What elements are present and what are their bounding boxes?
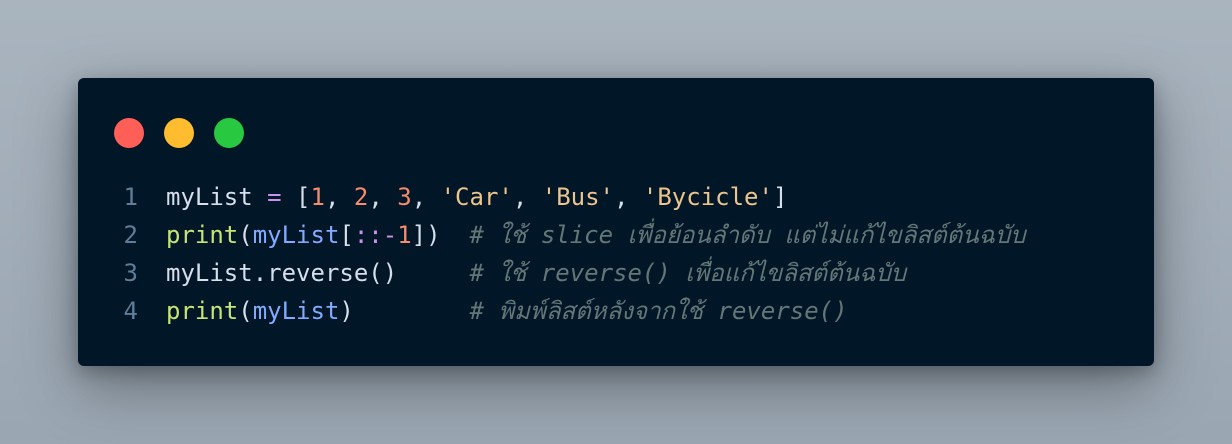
code-token: , [411, 183, 441, 211]
code-text: print(myList) # พิมพ์ลิสต์หลังจากใช้ rev… [166, 292, 848, 330]
code-token: 'Car' [440, 183, 513, 211]
code-token: , [614, 183, 643, 211]
code-token: - [382, 221, 398, 249]
code-line: 3 myList.reverse() # ใช้ reverse() เพื่อแ… [78, 254, 1154, 292]
code-token: 'Bycicle' [642, 183, 773, 211]
code-token: ) [339, 297, 354, 325]
line-number: 4 [123, 297, 138, 325]
code-token: myList.reverse() [166, 259, 398, 287]
code-token: myList [166, 183, 253, 211]
code-block: 1 myList = [1, 2, 3, 'Car', 'Bus', 'Bycic… [78, 178, 1154, 330]
code-token: myList [252, 221, 340, 249]
code-text: myList.reverse() # ใช้ reverse() เพื่อแก… [166, 254, 906, 292]
code-token: = [267, 183, 282, 211]
code-token: 3 [397, 183, 412, 211]
code-token: [ [281, 183, 311, 211]
code-token: :: [353, 221, 383, 249]
maximize-dot-icon[interactable] [214, 118, 244, 148]
code-token: [ [339, 221, 354, 249]
code-token: print [166, 221, 239, 249]
code-token: 1 [310, 183, 325, 211]
line-number: 3 [123, 259, 138, 287]
code-token: ( [238, 221, 253, 249]
code-token: myList [252, 297, 340, 325]
code-token: , [512, 183, 542, 211]
code-line: 1 myList = [1, 2, 3, 'Car', 'Bus', 'Bycic… [78, 178, 1154, 216]
code-text: myList = [1, 2, 3, 'Car', 'Bus', 'Bycicl… [166, 178, 787, 216]
close-dot-icon[interactable] [114, 118, 144, 148]
minimize-dot-icon[interactable] [164, 118, 194, 148]
code-comment: # พิมพ์ลิสต์หลังจากใช้ reverse() [469, 297, 848, 325]
code-token: 2 [353, 183, 369, 211]
code-text: print(myList[::-1]) # ใช้ slice เพื่อย้อ… [166, 216, 1025, 254]
code-token: ( [238, 297, 253, 325]
code-token: ] [772, 183, 788, 211]
code-comment: # ใช้ slice เพื่อย้อนลำดับ แต่ไม่แก้ไขลิ… [469, 221, 1026, 249]
code-comment: # ใช้ reverse() เพื่อแก้ไขลิสต์ต้นฉบับ [469, 259, 906, 287]
line-number: 1 [123, 183, 138, 211]
code-window: 1 myList = [1, 2, 3, 'Car', 'Bus', 'Bycic… [78, 78, 1154, 366]
code-token: print [166, 297, 239, 325]
code-line: 4 print(myList) # พิมพ์ลิสต์หลังจากใช้ re… [78, 292, 1154, 330]
code-line: 2 print(myList[::-1]) # ใช้ slice เพื่อย้… [78, 216, 1154, 254]
code-token: , [324, 183, 354, 211]
code-token: 1 [397, 221, 412, 249]
code-token: 'Bus' [541, 183, 614, 211]
code-token: ]) [411, 221, 470, 249]
line-number: 2 [123, 221, 138, 249]
window-controls [114, 118, 244, 148]
code-token: , [368, 183, 398, 211]
